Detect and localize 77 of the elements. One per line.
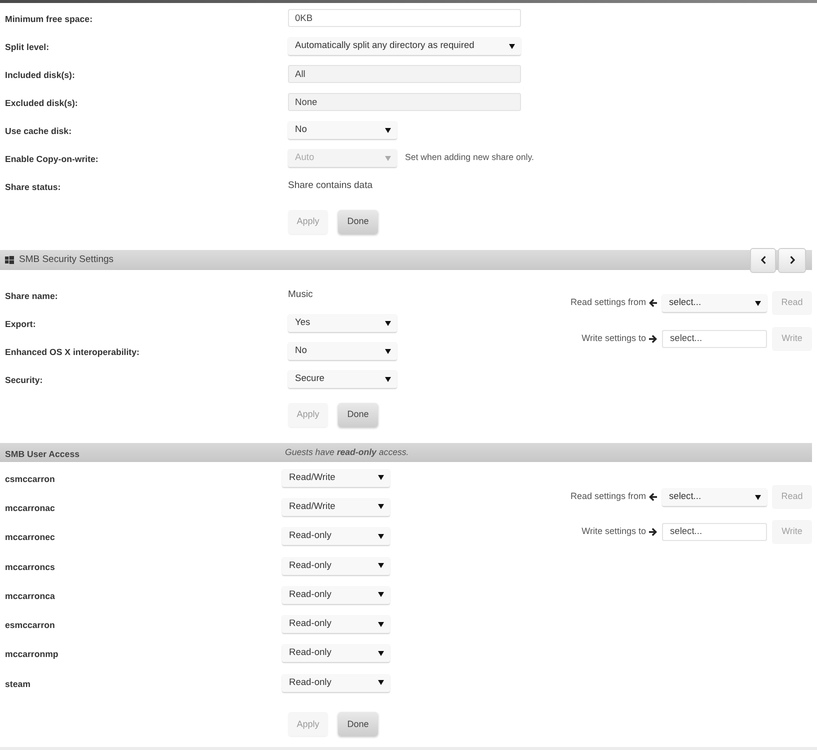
previous-button[interactable] [750,248,776,272]
field-label: Share name: [5,291,58,301]
field-label: Share status: [5,182,61,192]
user-name: mccarronmp [5,649,58,660]
dropdown-select[interactable]: Read-only [282,674,390,692]
user-name: steam [5,678,30,689]
caret-icon [755,300,761,306]
caret-icon [378,650,384,656]
chevron-right-icon [790,256,794,264]
caret-icon [509,44,515,48]
dropdown-select[interactable]: Read-only [282,586,390,604]
user-name: mccarronec [5,532,55,542]
caret-icon [385,376,391,382]
value-text: Music [288,288,313,302]
user-name: csmccarron [5,474,55,484]
caret-icon [378,622,384,627]
field-label: Enhanced OS X interoperability: [5,347,140,357]
caret-icon [755,494,761,500]
next-button[interactable] [778,248,806,272]
copy-settings-label: Read settings from [570,296,646,310]
copy-settings-label: Write settings to [582,332,646,346]
dropdown-select[interactable]: Read/Write [282,468,390,487]
arrow-left-icon [649,299,657,307]
field-label: Split level: [5,42,49,52]
dropdown-select[interactable]: Read-only [282,644,390,662]
hint-text: Set when adding new share only. [405,151,534,164]
dropdown-select[interactable]: Secure [288,370,397,388]
input-field[interactable]: 0KB [288,9,521,27]
dropdown-select[interactable]: No [288,342,397,360]
dropdown-select[interactable]: Read-only [282,615,390,634]
section-title: SMB Security Settings [19,252,114,267]
field-label: Use cache disk: [5,126,72,136]
user-name: mccarronca [5,590,55,601]
share-select-field[interactable]: select... [662,523,767,541]
caret-icon [378,592,384,598]
copy-settings-label: Write settings to [582,525,646,538]
field-label: Minimum free space: [5,14,93,24]
disk-picker-field[interactable]: All [288,65,521,83]
user-name: esmccarron [5,620,55,630]
caret-icon [385,156,391,160]
caret-icon [385,348,391,354]
user-name: mccarroncs [5,562,55,572]
dropdown-select[interactable]: select... [662,294,767,312]
arrow-right-icon [649,335,657,343]
field-label: Excluded disk(s): [5,98,78,108]
copy-settings-label: Read settings from [570,490,646,504]
done-button[interactable]: Done [338,403,378,427]
caret-icon [385,320,391,326]
windows-logo-icon [5,256,14,264]
dropdown-select[interactable]: No [288,121,397,139]
user-name: mccarronac [5,502,55,513]
guest-access-note: Guests have read-only access. [285,446,409,459]
dropdown-select[interactable]: Read-only [282,556,390,575]
share-select-field[interactable]: select... [662,330,767,348]
field-label: Enable Copy-on-write: [5,154,98,164]
section-title: SMB User Access [5,448,80,458]
arrow-left-icon [649,493,657,501]
caret-icon [378,475,384,480]
field-label: Export: [5,319,36,329]
field-label: Included disk(s): [5,70,75,80]
caret-icon [378,563,384,568]
value-text: Share contains data [288,178,373,193]
dropdown-select[interactable]: Yes [288,314,397,332]
done-button[interactable]: Done [338,210,378,234]
caret-icon [385,128,391,132]
disk-picker-field[interactable]: None [288,93,521,111]
dropdown-select[interactable]: Read/Write [282,498,390,516]
field-label: Security: [5,375,43,385]
caret-icon [378,680,384,686]
caret-icon [378,504,384,510]
caret-icon [378,534,384,539]
done-button[interactable]: Done [338,712,378,736]
chevron-left-icon [760,256,766,264]
dropdown-select[interactable]: select... [662,488,767,506]
dropdown-select[interactable]: Automatically split any directory as required [288,37,521,55]
arrow-right-icon [649,528,657,536]
dropdown-select[interactable]: Read-only [282,527,390,546]
